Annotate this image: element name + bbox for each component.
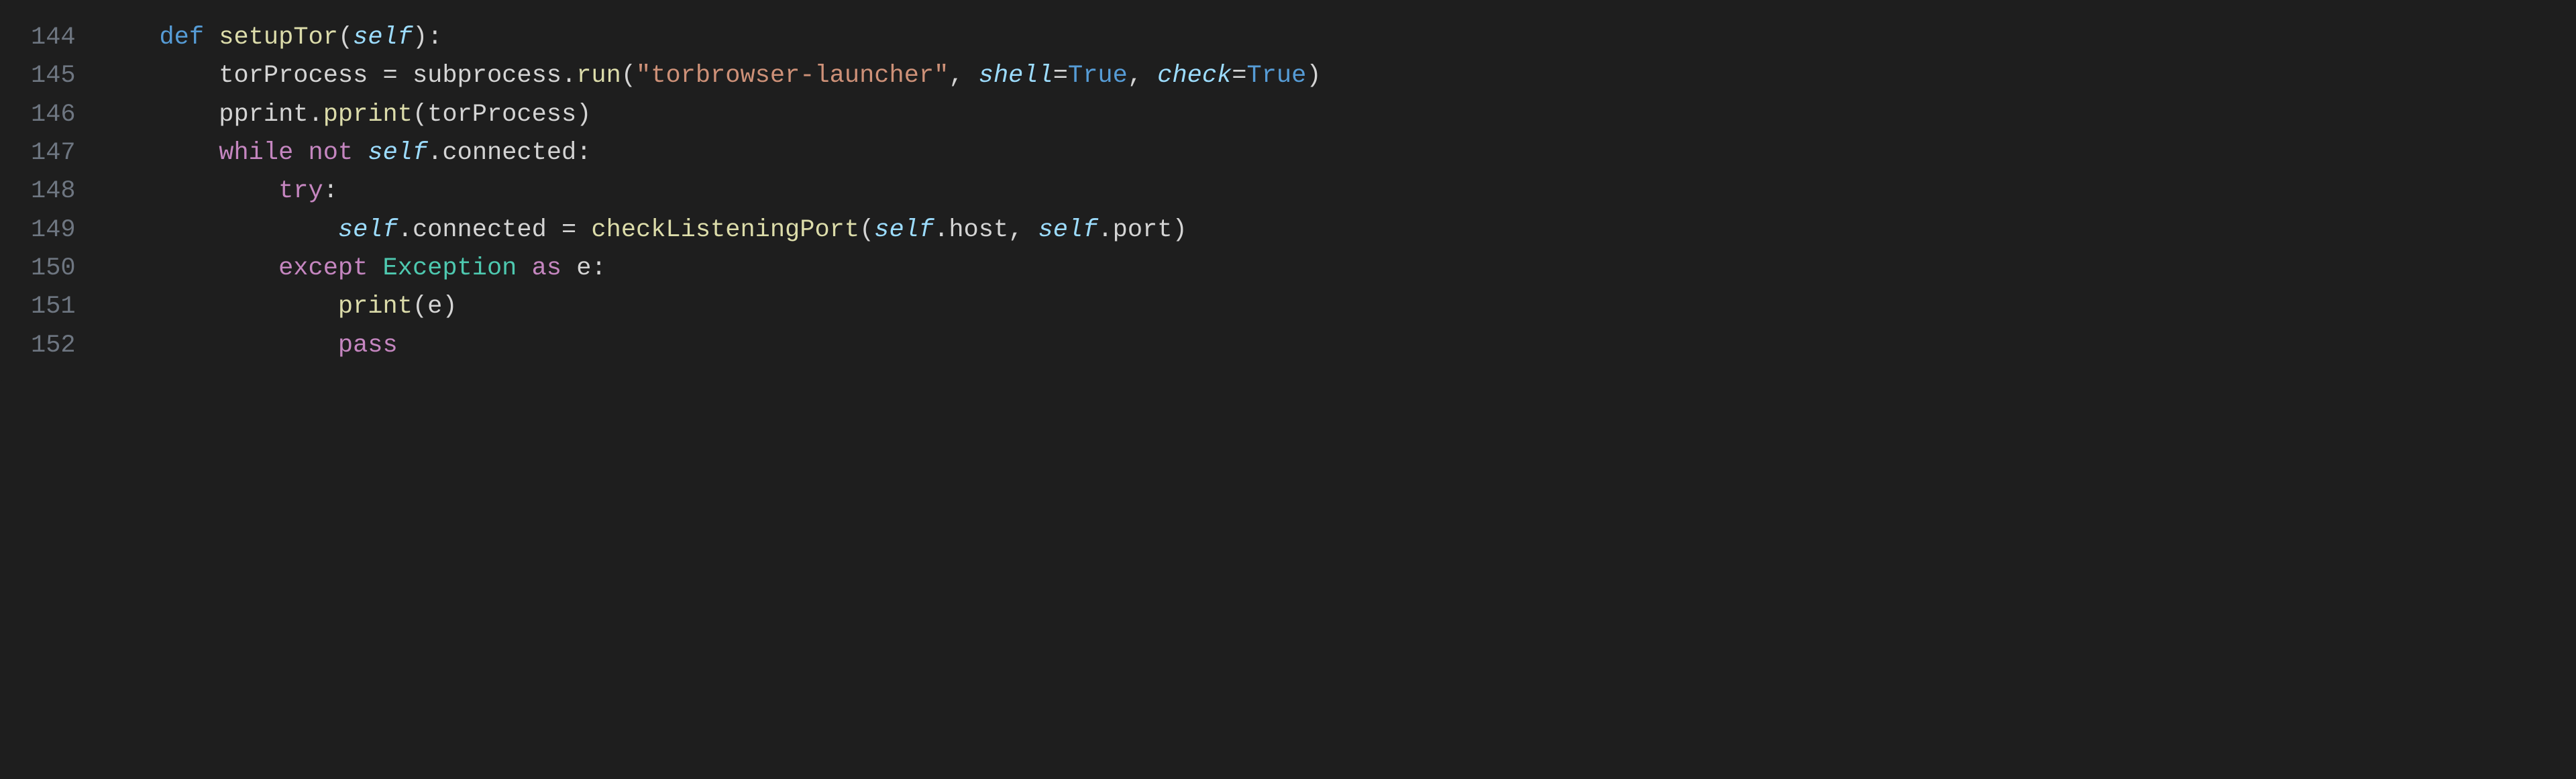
token-punct: . [1097,216,1112,244]
token-param: check [1157,62,1232,90]
token-selfkw: self [353,23,413,52]
token-punct: ) [1172,216,1187,244]
token-const: True [1068,62,1128,90]
token-param: shell [979,62,1053,90]
line-number-gutter: 144145146147148149150151152 [0,19,100,365]
token-call: run [576,62,621,90]
token-punct: = [561,216,591,244]
token-call: checkListeningPort [591,216,859,244]
token-kw-flow: as [532,254,561,282]
token-punct: ) [442,293,457,321]
token-default: port [1113,216,1173,244]
code-line[interactable]: self.connected = checkListeningPort(self… [100,211,2549,250]
token-punct: : [591,254,606,282]
token-punct: ( [413,101,427,129]
code-content[interactable]: def setupTor(self): torProcess = subproc… [100,19,2576,365]
line-number: 146 [31,96,76,134]
code-line[interactable]: while not self.connected: [100,134,2549,172]
indent [100,62,219,90]
token-default [517,254,531,282]
token-punct: ( [338,23,353,52]
token-punct: = [1053,62,1068,90]
token-default: pprint. [219,101,323,129]
code-editor[interactable]: 144145146147148149150151152 def setupTor… [0,0,2576,384]
line-number: 148 [31,172,76,211]
token-punct: ): [413,23,442,52]
token-kw-def: def [159,23,204,52]
token-punct: . [934,216,949,244]
token-punct: = [1232,62,1246,90]
code-line[interactable]: pprint.pprint(torProcess) [100,96,2549,134]
line-number: 144 [31,19,76,57]
token-punct: , [1128,62,1157,90]
code-line[interactable]: print(e) [100,288,2549,326]
token-punct: ( [413,293,427,321]
line-number: 147 [31,134,76,172]
token-punct: , [1008,216,1038,244]
token-default: e [427,293,442,321]
token-punct: ( [621,62,636,90]
token-kw-flow: not [309,139,354,167]
token-default: connected [413,216,561,244]
token-default: torProcess [427,101,576,129]
token-punct: ( [859,216,874,244]
token-default: connected [442,139,576,167]
token-selfkw: self [338,216,398,244]
token-kw-flow: try [278,177,323,205]
token-default: torProcess [219,62,382,90]
line-number: 145 [31,57,76,95]
token-selfkw: self [1038,216,1098,244]
token-punct: , [949,62,978,90]
token-call: print [338,293,413,321]
token-punct: ) [1306,62,1321,90]
token-const: True [1246,62,1306,90]
code-line[interactable]: def setupTor(self): [100,19,2549,57]
token-default [368,254,382,282]
token-punct: ) [576,101,591,129]
token-selfkw: self [874,216,934,244]
token-punct: . [398,216,413,244]
indent [100,101,219,129]
token-default: subprocess. [413,62,576,90]
token-punct: . [427,139,442,167]
indent [100,23,160,52]
code-line[interactable]: torProcess = subprocess.run("torbrowser-… [100,57,2549,95]
indent [100,177,278,205]
token-default [561,254,576,282]
token-punct: = [383,62,413,90]
token-string: "torbrowser-launcher" [636,62,949,90]
line-number: 150 [31,250,76,288]
token-kw-flow: pass [338,331,398,360]
indent [100,139,219,167]
token-var-e: e [576,254,591,282]
token-fn-name: setupTor [219,23,338,52]
line-number: 152 [31,327,76,365]
token-default: host [949,216,1008,244]
token-clsname: Exception [383,254,517,282]
indent [100,216,338,244]
code-line[interactable]: except Exception as e: [100,250,2549,288]
token-punct: : [323,177,338,205]
code-line[interactable]: pass [100,327,2549,365]
token-call: pprint [323,101,413,129]
token-punct: : [576,139,591,167]
line-number: 151 [31,288,76,326]
token-kw-flow: except [278,254,368,282]
indent [100,293,338,321]
token-kw-flow: while [219,139,293,167]
token-selfkw: self [368,139,427,167]
token-default [293,139,308,167]
indent [100,254,278,282]
line-number: 149 [31,211,76,250]
token-default [353,139,368,167]
code-line[interactable]: try: [100,172,2549,211]
token-default [204,23,219,52]
indent [100,331,338,360]
